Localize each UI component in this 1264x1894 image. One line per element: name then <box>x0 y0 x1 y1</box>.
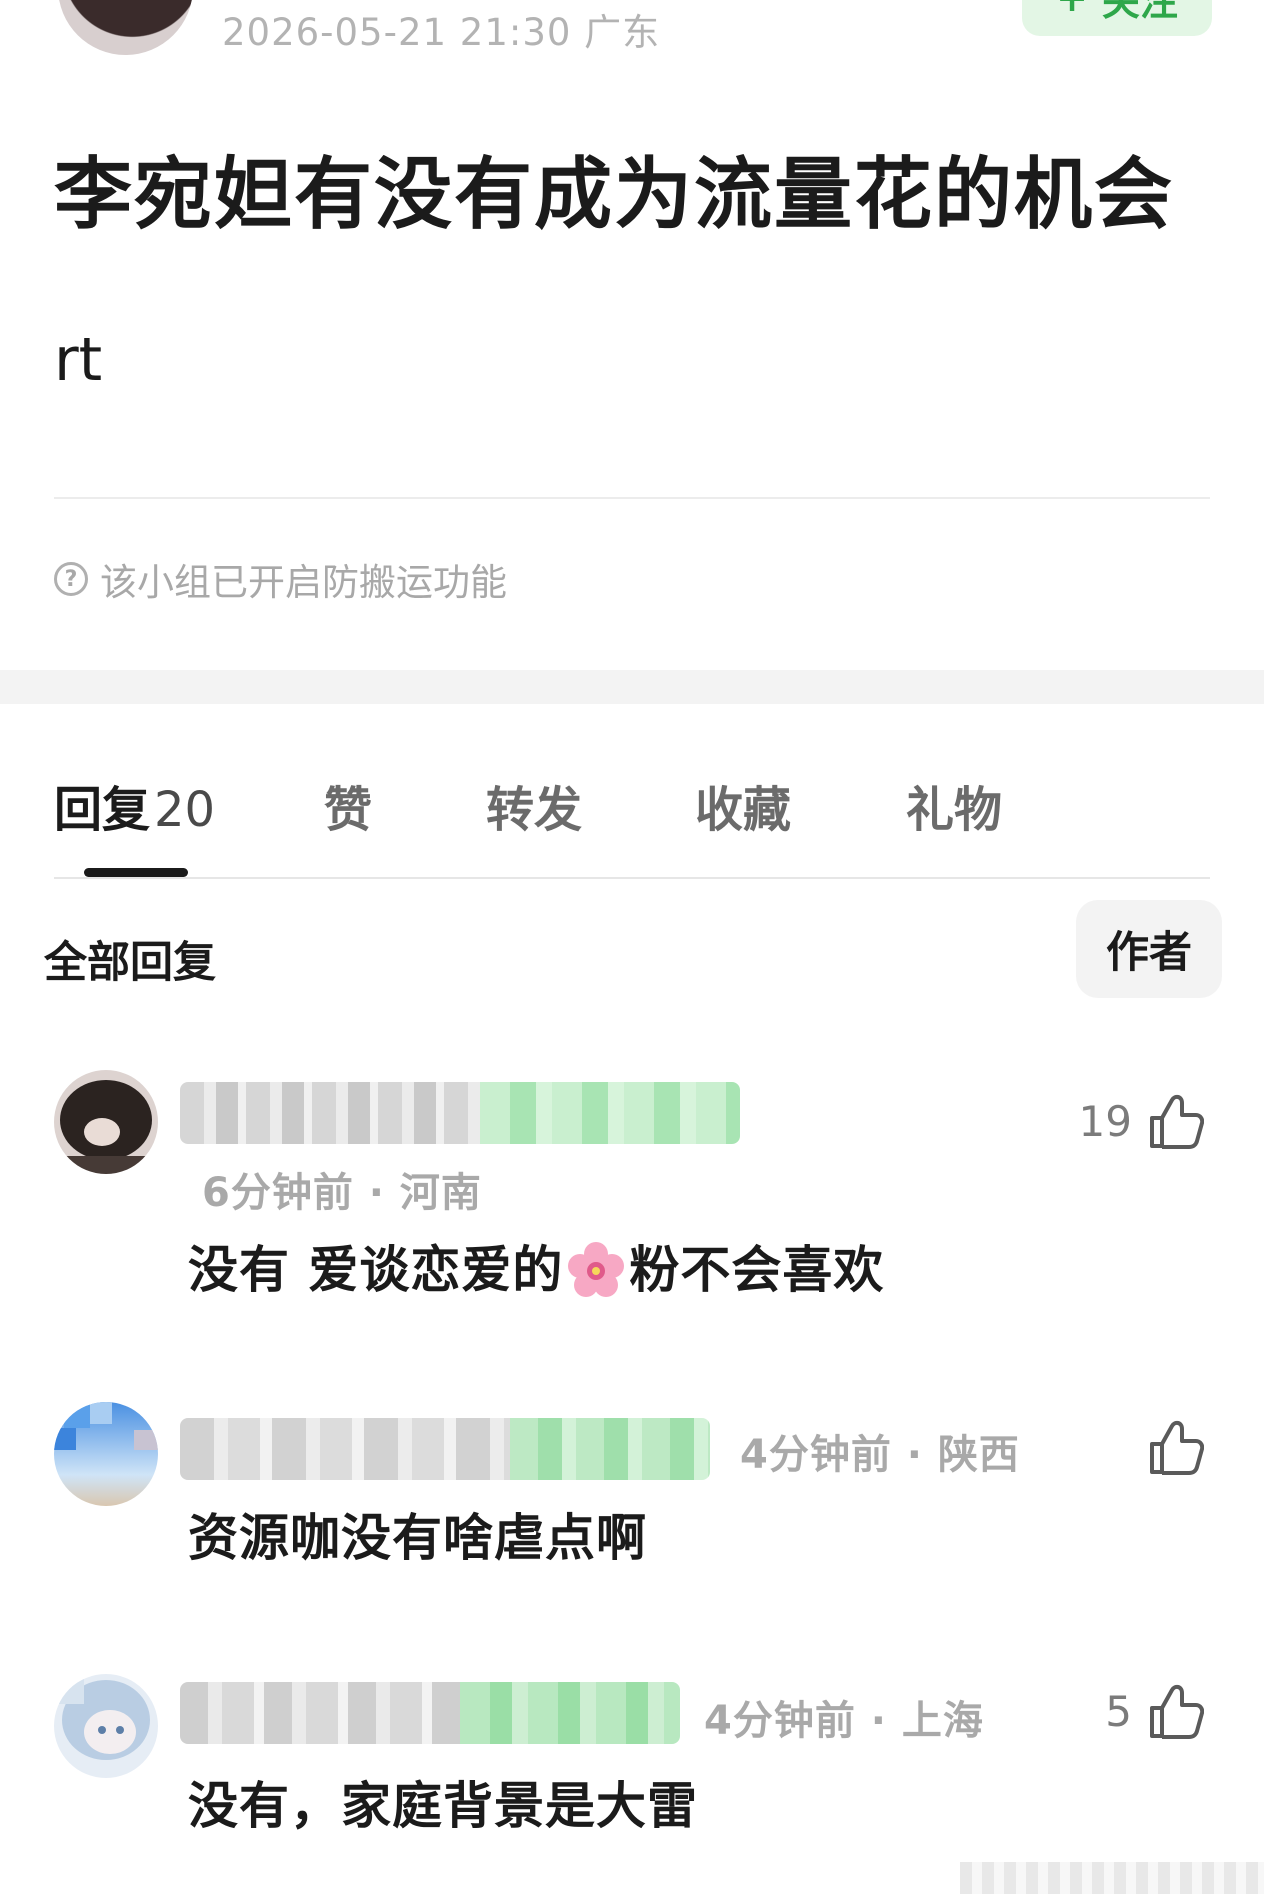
like-count: 5 <box>1105 1686 1132 1736</box>
anti-copy-notice[interactable]: ? 该小组已开启防搬运功能 <box>54 552 507 606</box>
comment-meta: 4分钟前 · 陕西 <box>740 1432 1020 1478</box>
like-group[interactable]: 5 <box>1105 1682 1204 1740</box>
divider <box>54 877 1210 879</box>
commenter-name-blurred[interactable] <box>180 1418 710 1480</box>
post-meta: 2026-05-21 21:30 广东 <box>222 11 661 54</box>
post-body: rt <box>54 325 103 395</box>
commenter-name-blurred[interactable] <box>180 1082 740 1144</box>
comment-text: 资源咖没有啥虐点啊 <box>188 1509 647 1567</box>
tab-reposts[interactable]: 转发 <box>486 770 582 840</box>
watermark-blur <box>960 1862 1264 1894</box>
tab-favorites[interactable]: 收藏 <box>695 770 791 840</box>
thumbs-up-icon[interactable] <box>1148 1682 1204 1740</box>
tab-replies-count: 20 <box>154 782 216 838</box>
question-icon: ? <box>54 562 88 596</box>
commenter-name-blurred[interactable] <box>180 1682 680 1744</box>
commenter-avatar[interactable] <box>54 1674 158 1778</box>
comment-text-part: 没有 爱谈恋爱的 <box>188 1241 564 1299</box>
tab-replies[interactable]: 回复20 <box>54 770 215 840</box>
post-title: 李宛妲有没有成为流量花的机会 <box>54 150 1175 240</box>
author-avatar[interactable] <box>58 0 193 55</box>
follow-label: 关注 <box>1101 0 1178 24</box>
comment-text: 没有，家庭背景是大雷 <box>188 1777 698 1835</box>
follow-button[interactable]: + 关注 <box>1022 0 1212 36</box>
like-group[interactable]: 19 <box>1079 1092 1204 1150</box>
thumbs-up-icon[interactable] <box>1148 1092 1204 1150</box>
commenter-avatar[interactable] <box>54 1070 158 1174</box>
section-gap <box>0 670 1264 704</box>
thumbs-up-icon[interactable] <box>1148 1418 1204 1476</box>
divider <box>54 497 1210 499</box>
tab-likes[interactable]: 赞 <box>324 770 372 840</box>
all-replies-label: 全部回复 <box>44 938 216 988</box>
tab-bar: 回复20 赞 转发 收藏 礼物 <box>54 770 1214 840</box>
tab-replies-label: 回复 <box>54 782 151 838</box>
anti-copy-text: 该小组已开启防搬运功能 <box>100 561 507 604</box>
like-count: 19 <box>1078 1096 1132 1146</box>
active-tab-indicator <box>84 868 188 877</box>
author-filter-button[interactable]: 作者 <box>1076 900 1222 998</box>
like-group[interactable] <box>1132 1418 1204 1476</box>
plus-icon: + <box>1056 0 1088 20</box>
tab-gifts[interactable]: 礼物 <box>906 770 1002 840</box>
cherry-blossom-icon <box>567 1241 625 1299</box>
comment-text-part: 粉不会喜欢 <box>629 1241 885 1299</box>
comment-meta: 6分钟前 · 河南 <box>202 1170 482 1216</box>
comment-text: 没有 爱谈恋爱的 粉不会喜欢 <box>188 1230 884 1303</box>
commenter-avatar[interactable] <box>54 1402 158 1506</box>
comment-meta: 4分钟前 · 上海 <box>704 1698 984 1744</box>
